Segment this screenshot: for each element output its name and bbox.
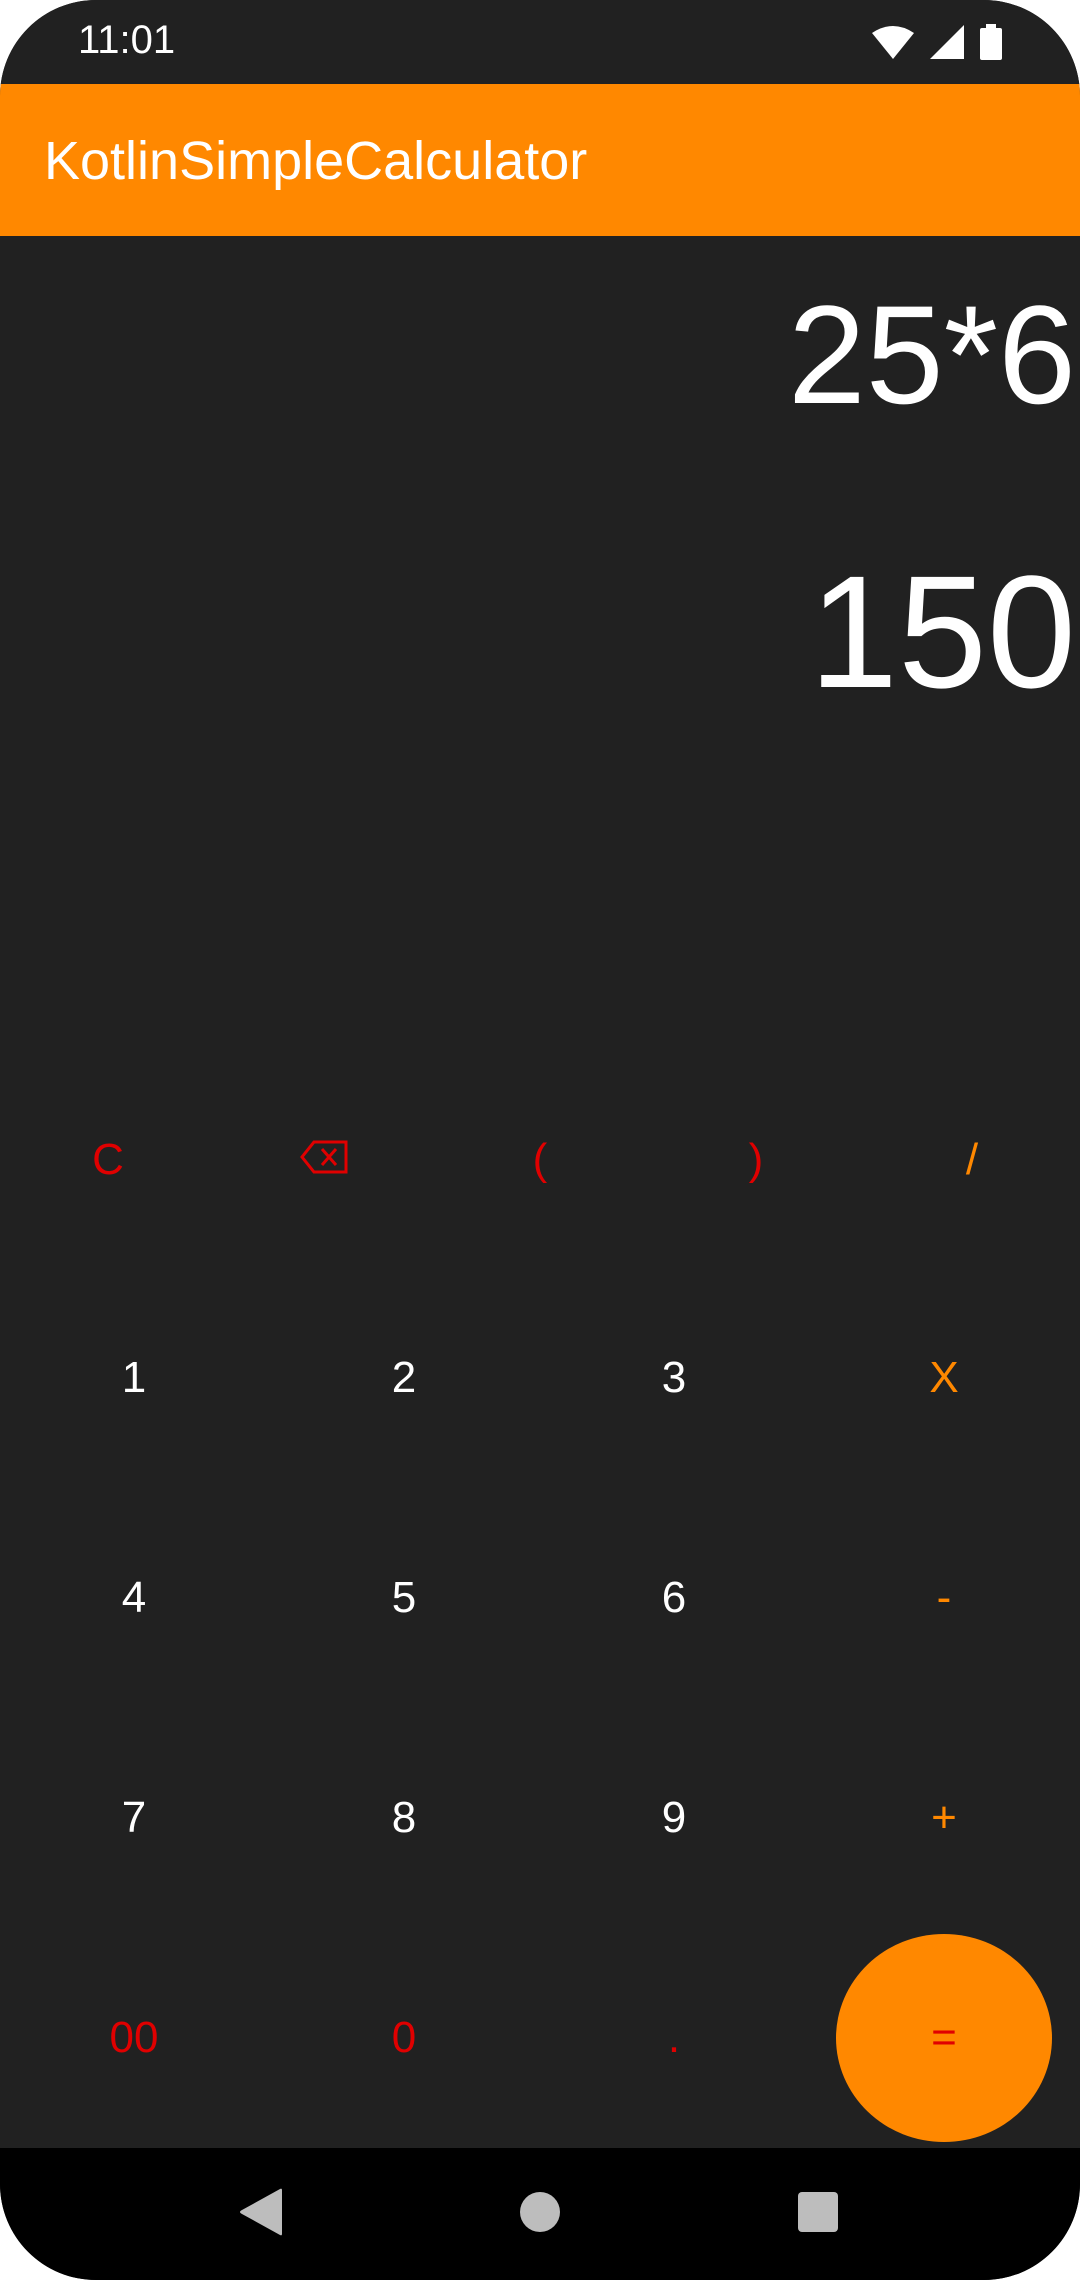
divide-button[interactable]: / [892, 1100, 1052, 1220]
open-paren-button[interactable]: ( [460, 1100, 620, 1220]
home-icon [519, 2191, 561, 2238]
app-bar: KotlinSimpleCalculator [0, 84, 1080, 236]
clear-button[interactable]: C [28, 1100, 188, 1220]
close-paren-button[interactable]: ) [676, 1100, 836, 1220]
digit-7-button[interactable]: 7 [54, 1758, 214, 1878]
calculator-screen: 11:01 KotlinSimpleCalculator 25*6 150 C … [0, 0, 1080, 2280]
double-zero-button[interactable]: 00 [54, 1978, 214, 2098]
digit-8-button[interactable]: 8 [324, 1758, 484, 1878]
digit-5-button[interactable]: 5 [324, 1538, 484, 1658]
home-button[interactable] [440, 2148, 640, 2280]
digit-3-button[interactable]: 3 [594, 1318, 754, 1438]
wifi-icon [872, 25, 914, 59]
navigation-bar [0, 2148, 1080, 2280]
multiply-button[interactable]: X [864, 1318, 1024, 1438]
back-icon [238, 2188, 282, 2241]
backspace-icon [300, 1135, 348, 1185]
expression-display: 25*6 [787, 276, 1076, 433]
app-title: KotlinSimpleCalculator [44, 131, 588, 191]
digit-0-button[interactable]: 0 [324, 1978, 484, 2098]
plus-button[interactable]: + [864, 1758, 1024, 1878]
status-icons [872, 22, 1002, 62]
equals-button[interactable]: = [836, 1934, 1052, 2142]
digit-2-button[interactable]: 2 [324, 1318, 484, 1438]
result-display: 150 [809, 542, 1076, 721]
battery-icon [980, 24, 1002, 60]
status-time: 11:01 [78, 18, 176, 62]
backspace-button[interactable] [244, 1100, 404, 1220]
back-button[interactable] [160, 2148, 360, 2280]
digit-4-button[interactable]: 4 [54, 1538, 214, 1658]
recents-button[interactable] [718, 2148, 918, 2280]
signal-icon [930, 25, 964, 59]
digit-1-button[interactable]: 1 [54, 1318, 214, 1438]
digit-6-button[interactable]: 6 [594, 1538, 754, 1658]
minus-button[interactable]: - [864, 1538, 1024, 1658]
digit-9-button[interactable]: 9 [594, 1758, 754, 1878]
decimal-button[interactable]: . [594, 1978, 754, 2098]
recents-icon [797, 2191, 839, 2238]
status-bar: 11:01 [0, 0, 1080, 84]
